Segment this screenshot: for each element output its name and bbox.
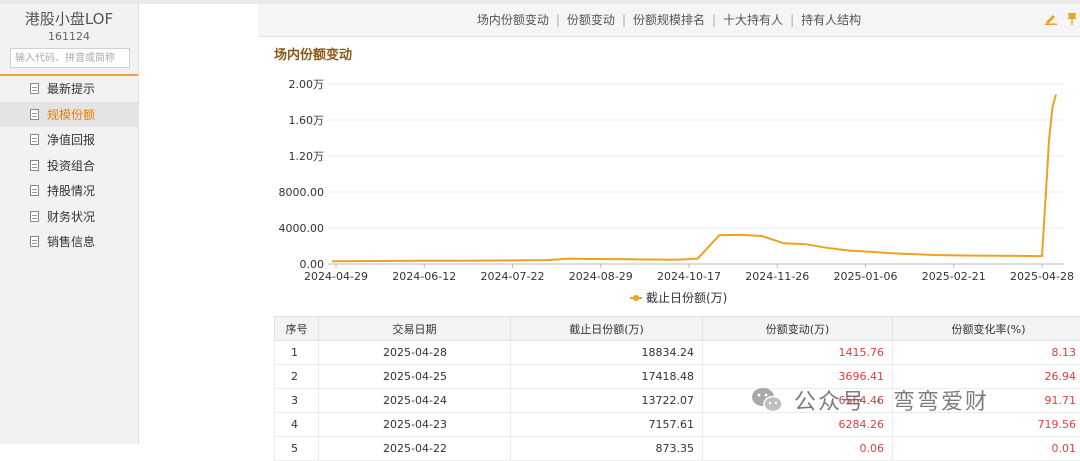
cell-no: 5 bbox=[275, 437, 319, 461]
fund-code: 161124 bbox=[0, 30, 138, 43]
nav-tabs: 场内份额变动 | 份额变动 | 份额规模排名 | 十大持有人 | 持有人结构 bbox=[258, 4, 1080, 36]
section-title: 场内份额变动 bbox=[274, 44, 352, 63]
sidebar-item-holdings[interactable]: 持股情况 bbox=[0, 178, 138, 204]
sidebar-item-portfolio[interactable]: 投资组合 bbox=[0, 153, 138, 179]
watermark: 公众号 · 弯弯爱财 bbox=[750, 384, 989, 416]
pin-icon[interactable] bbox=[1066, 11, 1078, 25]
cell-date: 2025-04-22 bbox=[319, 437, 511, 461]
document-icon bbox=[30, 134, 39, 145]
table-row: 12025-04-2818834.241415.768.13 bbox=[275, 341, 1080, 365]
sidebar-item-financials[interactable]: 财务状况 bbox=[0, 204, 138, 230]
tab-separator: | bbox=[790, 13, 794, 27]
sidebar-item-label: 销售信息 bbox=[47, 233, 95, 250]
cell-no: 4 bbox=[275, 413, 319, 437]
column-header: 交易日期 bbox=[319, 317, 511, 341]
x-tick-label: 2024-07-22 bbox=[481, 270, 545, 283]
share-line-chart: 0.004000.008000.001.20万1.60万2.00万2024-04… bbox=[258, 64, 1080, 316]
x-tick-label: 2024-10-17 bbox=[657, 270, 721, 283]
x-tick-label: 2025-04-28 bbox=[1010, 270, 1074, 283]
fund-search-input[interactable] bbox=[10, 48, 130, 68]
sidebar-item-label: 财务状况 bbox=[47, 208, 95, 225]
cell-date: 2025-04-23 bbox=[319, 413, 511, 437]
cell-no: 2 bbox=[275, 365, 319, 389]
cell-date: 2025-04-24 bbox=[319, 389, 511, 413]
x-tick-label: 2024-11-26 bbox=[745, 270, 809, 283]
sidebar: 港股小盘LOF 161124 最新提示 规模份额 净值回报 投资组合 持股情况 … bbox=[0, 4, 139, 444]
x-tick-label: 2024-06-12 bbox=[392, 270, 456, 283]
tab-share-change[interactable]: 份额变动 bbox=[567, 13, 615, 27]
x-tick-label: 2025-02-21 bbox=[922, 270, 986, 283]
sidebar-menu: 最新提示 规模份额 净值回报 投资组合 持股情况 财务状况 销售信息 bbox=[0, 76, 138, 255]
cell-shares: 873.35 bbox=[511, 437, 703, 461]
fund-name: 港股小盘LOF bbox=[0, 8, 138, 29]
x-tick-label: 2025-01-06 bbox=[834, 270, 898, 283]
document-icon bbox=[30, 160, 39, 171]
sidebar-item-latest[interactable]: 最新提示 bbox=[0, 76, 138, 102]
document-icon bbox=[30, 83, 39, 94]
cell-change: 1415.76 bbox=[703, 341, 893, 365]
document-icon bbox=[30, 185, 39, 196]
sidebar-item-label: 规模份额 bbox=[47, 106, 95, 123]
x-tick-label: 2024-08-29 bbox=[569, 270, 633, 283]
document-icon bbox=[30, 109, 39, 120]
legend-label: 截止日份额(万) bbox=[646, 291, 727, 305]
cell-date: 2025-04-28 bbox=[319, 341, 511, 365]
tab-separator: | bbox=[712, 13, 716, 27]
tab-share-ranking[interactable]: 份额规模排名 bbox=[633, 13, 705, 27]
cell-no: 1 bbox=[275, 341, 319, 365]
edit-icon[interactable] bbox=[1044, 11, 1058, 25]
sidebar-item-label: 投资组合 bbox=[47, 157, 95, 174]
sidebar-item-label: 净值回报 bbox=[47, 131, 95, 148]
cell-shares: 17418.48 bbox=[511, 365, 703, 389]
document-icon bbox=[30, 236, 39, 247]
tab-separator: | bbox=[556, 13, 560, 27]
tab-holder-structure[interactable]: 持有人结构 bbox=[801, 13, 861, 27]
tab-separator: | bbox=[622, 13, 626, 27]
column-header: 份额变动(万) bbox=[703, 317, 893, 341]
nav-icons bbox=[1044, 11, 1078, 25]
cell-shares: 13722.07 bbox=[511, 389, 703, 413]
y-tick-label: 1.60万 bbox=[289, 114, 325, 127]
cell-rate: 719.56 bbox=[893, 413, 1080, 437]
table-row: 52025-04-22873.350.060.01 bbox=[275, 437, 1080, 461]
cell-rate: 0.01 bbox=[893, 437, 1080, 461]
cell-no: 3 bbox=[275, 389, 319, 413]
top-nav: 场内份额变动 | 份额变动 | 份额规模排名 | 十大持有人 | 持有人结构 bbox=[258, 4, 1080, 37]
sidebar-item-scale-share[interactable]: 规模份额 bbox=[0, 102, 138, 128]
column-header: 序号 bbox=[275, 317, 319, 341]
cell-date: 2025-04-25 bbox=[319, 365, 511, 389]
sidebar-item-nav-return[interactable]: 净值回报 bbox=[0, 127, 138, 153]
cell-change: 0.06 bbox=[703, 437, 893, 461]
cell-shares: 7157.61 bbox=[511, 413, 703, 437]
cell-rate: 8.13 bbox=[893, 341, 1080, 365]
y-tick-label: 1.20万 bbox=[289, 150, 325, 163]
cell-shares: 18834.24 bbox=[511, 341, 703, 365]
tab-top-holders[interactable]: 十大持有人 bbox=[723, 13, 783, 27]
x-tick-label: 2024-04-29 bbox=[304, 270, 368, 283]
sidebar-item-label: 最新提示 bbox=[47, 80, 95, 97]
cell-change: 6284.26 bbox=[703, 413, 893, 437]
legend-marker bbox=[633, 295, 639, 301]
document-icon bbox=[30, 211, 39, 222]
y-tick-label: 4000.00 bbox=[279, 222, 325, 235]
column-header: 份额变化率(%) bbox=[893, 317, 1080, 341]
watermark-text: 公众号 · 弯弯爱财 bbox=[794, 384, 989, 416]
y-tick-label: 8000.00 bbox=[279, 186, 325, 199]
tab-exchange-share-change[interactable]: 场内份额变动 bbox=[477, 13, 549, 27]
table-header-row: 序号 交易日期 截止日份额(万) 份额变动(万) 份额变化率(%) bbox=[275, 317, 1080, 341]
column-header: 截止日份额(万) bbox=[511, 317, 703, 341]
table-row: 42025-04-237157.616284.26719.56 bbox=[275, 413, 1080, 437]
sidebar-item-sales[interactable]: 销售信息 bbox=[0, 229, 138, 255]
wechat-icon bbox=[750, 385, 784, 415]
y-tick-label: 2.00万 bbox=[289, 78, 325, 91]
sidebar-item-label: 持股情况 bbox=[47, 182, 95, 199]
main-content: 场内份额变动|份额变动|份额规模排名|十大持有人|持有人结构 场内份额变动 0.… bbox=[258, 4, 1080, 444]
